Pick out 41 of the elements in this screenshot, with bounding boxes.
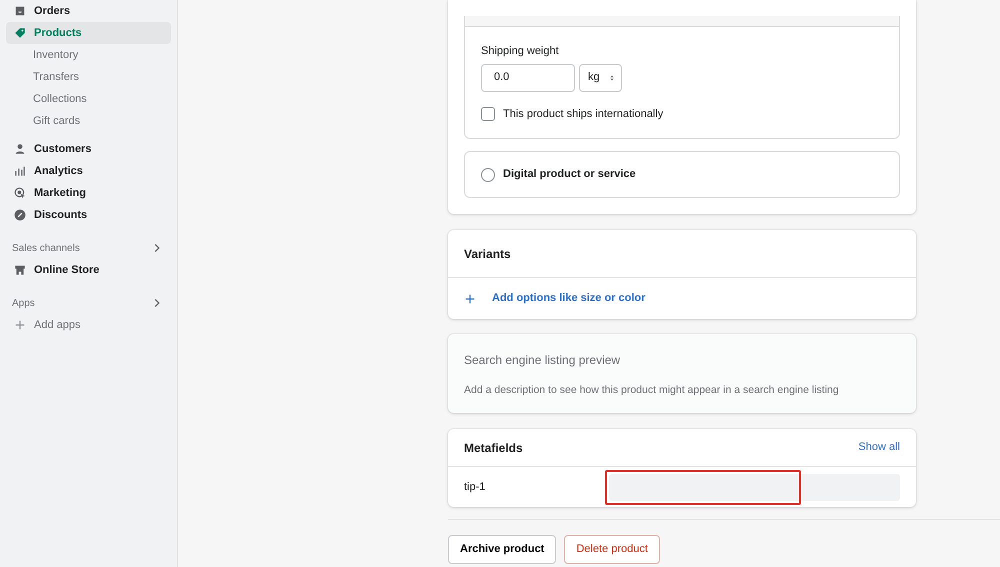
sidebar-item[interactable]: Online Store — [6, 259, 171, 281]
plus-icon — [464, 292, 476, 304]
metafield-value-field[interactable] — [609, 474, 900, 500]
card-title: Search engine listing preview — [464, 352, 622, 369]
plus-icon — [14, 319, 26, 331]
delete-button[interactable]: Delete product — [564, 535, 660, 564]
target-icon — [14, 187, 26, 199]
discount-icon — [14, 209, 26, 221]
checkbox-label: This product ships internationally — [503, 106, 664, 122]
checkbox[interactable] — [481, 106, 495, 121]
tag-icon — [14, 27, 26, 39]
store-icon — [14, 264, 26, 276]
digital-option[interactable]: Digital product or service — [464, 151, 900, 198]
field-label: Shipping weight — [481, 44, 560, 59]
archive-button[interactable]: Archive product — [448, 535, 556, 564]
sidebar-item[interactable]: Products — [6, 22, 171, 44]
person-icon — [14, 143, 26, 155]
sidebar-subitem[interactable]: Gift cards — [6, 110, 171, 132]
inbox-icon — [14, 5, 26, 17]
section-title: Apps — [12, 296, 35, 310]
unit-select[interactable]: kg — [579, 64, 622, 92]
sidebar-subitem[interactable]: Inventory — [6, 44, 171, 66]
radio-button[interactable] — [481, 168, 495, 182]
weight-field[interactable]: 0.0 — [481, 64, 575, 92]
sidebar-item[interactable]: Analytics — [6, 160, 171, 182]
sidebar-subitem[interactable]: Transfers — [6, 66, 171, 88]
metafield-name: tip-1 — [464, 480, 486, 495]
card-title: Metafields — [464, 440, 523, 456]
show-all-link[interactable]: Show all — [858, 439, 900, 456]
sidebar-item[interactable]: Add apps — [6, 314, 171, 336]
card-title: Variants — [464, 246, 511, 262]
sidebar-item[interactable]: Discounts — [6, 204, 171, 226]
description-text: Add a description to see how this product might appear in a search engine listing — [464, 383, 840, 398]
bar-chart-icon — [14, 165, 26, 177]
sidebar-subitem[interactable]: Collections — [6, 88, 171, 110]
section-title: Sales channels — [12, 242, 80, 256]
radio-label: Digital product or service — [503, 167, 636, 182]
sidebar-item[interactable]: Marketing — [6, 182, 171, 204]
sidebar-item[interactable]: Orders — [6, 0, 171, 22]
add-options-link[interactable]: Add options like size or color — [492, 290, 646, 307]
sidebar-item[interactable]: Customers — [6, 138, 171, 160]
